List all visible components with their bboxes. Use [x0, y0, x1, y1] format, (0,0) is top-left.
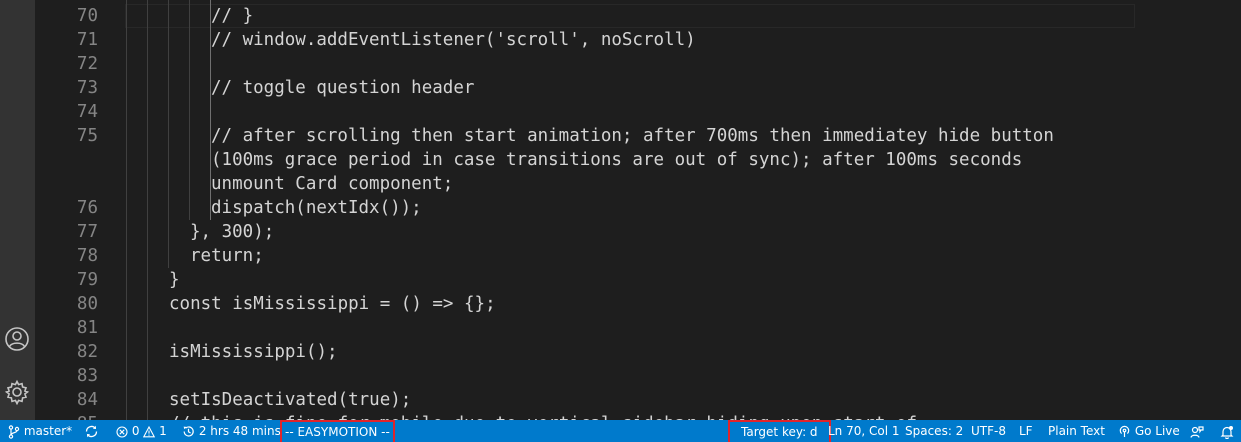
bell-icon: [1220, 425, 1234, 439]
account-icon[interactable]: [4, 326, 30, 352]
code-area[interactable]: // } // window.addEventListener('scroll'…: [125, 0, 1241, 420]
current-line-highlight: [125, 4, 1135, 28]
end-of-line[interactable]: LF: [1019, 420, 1033, 442]
encoding[interactable]: UTF-8: [971, 420, 1006, 442]
line-number: 70: [76, 6, 98, 26]
settings-gear-icon[interactable]: [4, 379, 30, 405]
warning-count: 1: [159, 424, 167, 438]
line-number: 79: [76, 270, 98, 290]
git-branch-icon: [8, 424, 20, 439]
line-number: 85: [35, 412, 98, 420]
indentation[interactable]: Spaces: 2: [905, 420, 963, 442]
code-line: // this is fine for mobile due to vertic…: [169, 412, 917, 420]
code-line: // window.addEventListener('scroll', noS…: [211, 30, 696, 50]
error-icon: [116, 425, 128, 438]
branch-name: master*: [23, 424, 73, 438]
cursor-position[interactable]: Ln 70, Col 1: [828, 420, 900, 442]
code-editor[interactable]: 70 71 72 73 74 75 76 77 78 79 80 81 82 8…: [35, 0, 1241, 420]
line-number: 75: [76, 126, 98, 146]
line-number: 80: [76, 294, 98, 314]
code-line-wrapped: (100ms grace period in case transitions …: [211, 150, 1023, 170]
code-line: isMississippi();: [169, 342, 338, 362]
sync-icon: [85, 425, 98, 438]
warning-icon: [143, 425, 156, 437]
code-line: }, 300);: [190, 222, 275, 242]
go-live-button[interactable]: Go Live: [1118, 420, 1180, 442]
line-number: 73: [76, 78, 98, 98]
code-line: const isMississippi = () => {};: [169, 294, 496, 314]
line-number: 84: [76, 390, 98, 410]
target-key-label: Target key: d: [741, 425, 818, 439]
code-line-wrapped: unmount Card component;: [211, 174, 454, 194]
error-count: 0: [131, 424, 140, 438]
history-icon: [183, 426, 194, 437]
easymotion-mode: -- EASYMOTION --: [280, 420, 395, 442]
line-number: 71: [76, 30, 98, 50]
language-mode[interactable]: Plain Text: [1048, 420, 1105, 442]
code-line: setIsDeactivated(true);: [169, 390, 412, 410]
line-number: 82: [76, 342, 98, 362]
indent-guide: [147, 0, 148, 420]
indent-guide: [168, 0, 169, 268]
code-line: return;: [190, 246, 264, 266]
notifications-button[interactable]: [1220, 420, 1234, 442]
status-bar: master* 0 1 2 hrs 48 mins -- EASYMOTION …: [0, 420, 1241, 442]
line-number: 72: [76, 54, 98, 74]
code-line: }: [169, 270, 180, 290]
code-line: // toggle question header: [211, 78, 475, 98]
vscode-window: 70 71 72 73 74 75 76 77 78 79 80 81 82 8…: [0, 0, 1241, 442]
line-number: 78: [76, 246, 98, 266]
time-tracker[interactable]: 2 hrs 48 mins: [182, 420, 281, 442]
code-line: // after scrolling then start animation;…: [211, 126, 1054, 146]
feedback-button[interactable]: [1190, 420, 1204, 442]
sync-button[interactable]: [84, 420, 99, 442]
line-number: 83: [76, 366, 98, 386]
code-line: dispatch(nextIdx());: [211, 198, 422, 218]
problems-status[interactable]: 0 1: [116, 420, 167, 442]
line-number: 81: [76, 318, 98, 338]
feedback-icon: [1190, 425, 1204, 438]
indent-guide: [126, 0, 127, 420]
line-number: 74: [76, 102, 98, 122]
branch-status[interactable]: master*: [8, 420, 72, 442]
time-tracked: 2 hrs 48 mins: [198, 424, 281, 438]
line-number: 77: [76, 222, 98, 242]
go-live-label: Go Live: [1134, 424, 1180, 438]
line-number: 76: [76, 198, 98, 218]
line-number-gutter: 70 71 72 73 74 75 76 77 78 79 80 81 82 8…: [35, 0, 99, 420]
broadcast-icon: [1119, 425, 1130, 437]
activity-bar: [0, 0, 35, 420]
target-key: Target key: d: [728, 420, 831, 442]
code-line: // }: [211, 6, 254, 26]
indent-guide: [189, 0, 190, 220]
